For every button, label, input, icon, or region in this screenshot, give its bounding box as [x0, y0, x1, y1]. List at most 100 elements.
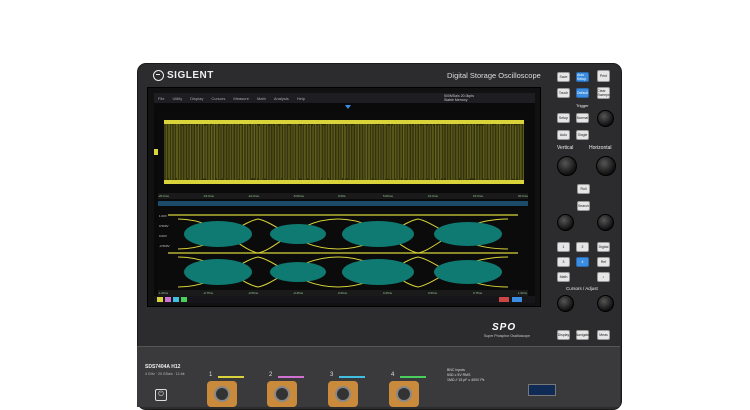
power-button[interactable]: ⏻ — [155, 389, 167, 401]
bnc-input-3[interactable] — [328, 381, 358, 407]
acquisition-waveform — [158, 112, 528, 192]
eye-diagram — [158, 209, 528, 297]
menu-item-utility[interactable]: Utility — [172, 96, 182, 101]
eye-label-1: 1.00V — [159, 214, 167, 218]
time-tick-label: -15.0ms — [203, 194, 214, 198]
time-tick-label: 0.75ns — [473, 291, 483, 295]
search-button[interactable]: Search — [577, 201, 590, 211]
menu-item-display[interactable]: Display — [190, 96, 203, 101]
input-label-4: 4 — [391, 372, 395, 378]
trigger-position-marker[interactable] — [345, 105, 351, 109]
eye-voltage-labels: 1.00V 0.500V 0.00V -0.500V — [159, 211, 170, 251]
channel-1-color-strip — [218, 376, 244, 378]
input-label-1: 1 — [209, 372, 213, 378]
front-control-panel: Save Auto Setup Print Touch Default Clea… — [554, 68, 616, 344]
time-tick-label: 10.0ms — [428, 194, 438, 198]
time-tick-label: -1.00ns — [158, 291, 169, 295]
menu-item-analysis[interactable]: Analysis — [274, 96, 289, 101]
warning-line-2: 1MΩ // 15 pF ≤ 400V Pk — [447, 378, 485, 382]
menu-item-file[interactable]: File — [158, 96, 164, 101]
trigger-auto-button[interactable]: Auto — [557, 130, 570, 140]
eye-label-3: 0.00V — [159, 234, 167, 238]
siglent-logo-icon — [153, 70, 164, 81]
horizontal-section-label: Horizontal — [589, 145, 612, 151]
zoom-window-bar[interactable] — [158, 201, 528, 206]
menu-item-measure[interactable]: Measure — [233, 96, 249, 101]
channel-2-button[interactable]: 2 — [576, 242, 589, 252]
bnc-input-2[interactable] — [267, 381, 297, 407]
trigger-setup-button[interactable]: Setup — [557, 113, 570, 123]
run-stop-indicator[interactable] — [499, 297, 509, 302]
status-bar — [154, 296, 535, 303]
print-button[interactable]: Print — [597, 70, 610, 82]
spo-subtitle: Super Phosphor Oscilloscope — [484, 334, 531, 338]
menu-item-cursors[interactable]: Cursors — [211, 96, 225, 101]
vertical-section-label: Vertical — [557, 145, 574, 151]
channel-4-button[interactable]: 4 — [576, 257, 589, 267]
acquisition-mode: Stable Memory — [444, 98, 468, 102]
channel-4-tag[interactable] — [181, 297, 187, 302]
trigger-single-button[interactable]: Single — [576, 130, 589, 140]
acquisition-info: 500MSa/s 20.0kpts Stable Memory — [444, 94, 474, 102]
channel-4-color-strip — [400, 376, 426, 378]
roll-button[interactable]: Roll — [577, 184, 590, 194]
model-spec: 4 GHz · 20 GSa/s · 12-bit — [145, 372, 185, 376]
channel-1-button[interactable]: 1 — [557, 242, 570, 252]
channel-1-offset-marker[interactable] — [154, 149, 158, 155]
power-icon: ⏻ — [158, 391, 164, 398]
channel-3-button[interactable]: 3 — [557, 257, 570, 267]
input-label-2: 2 — [269, 372, 273, 378]
time-tick-label: 0.00ns — [338, 291, 348, 295]
navigate-button[interactable]: Navigate — [576, 330, 589, 340]
menu-item-math[interactable]: Math — [257, 96, 266, 101]
vertical-position-knob[interactable] — [557, 214, 574, 231]
meas-button[interactable]: Meas — [597, 330, 610, 340]
time-tick-label: -0.50ns — [248, 291, 259, 295]
time-tick-label: -0.25ns — [293, 291, 304, 295]
time-tick-label: -0.75ns — [203, 291, 214, 295]
time-tick-label: -5.00ms — [293, 194, 304, 198]
trigger-level-knob[interactable] — [597, 110, 614, 127]
channel-2-color-strip — [278, 376, 304, 378]
bnc-input-1[interactable] — [207, 381, 237, 407]
trigger-indicator[interactable] — [512, 297, 522, 302]
channel-2-tag[interactable] — [165, 297, 171, 302]
usb-port[interactable] — [528, 384, 556, 396]
time-tick-label: 15.0ms — [473, 194, 483, 198]
model-name: SDS7404A H12 — [145, 364, 181, 370]
menu-bar: File Utility Display Cursors Measure Mat… — [154, 93, 535, 103]
input-label-3: 3 — [330, 372, 334, 378]
brand-logo: SIGLENT — [153, 70, 214, 81]
time-tick-label: -10.0ms — [248, 194, 259, 198]
zoom-button[interactable]: ⌕ — [597, 272, 610, 282]
channel-1-tag[interactable] — [157, 297, 163, 302]
trigger-normal-button[interactable]: Normal — [576, 113, 589, 123]
eye-label-2: 0.500V — [159, 224, 169, 228]
bnc-input-4[interactable] — [389, 381, 419, 407]
eye-label-4: -0.500V — [159, 244, 170, 248]
time-axis-top: -20.0ms -15.0ms -10.0ms -5.00ms 0.00s 5.00ms 1… — [158, 193, 528, 199]
menu-item-help[interactable]: Help — [297, 96, 305, 101]
time-tick-label: 0.25ns — [383, 291, 393, 295]
digital-button[interactable]: Digital — [597, 242, 610, 252]
save-button[interactable]: Save — [557, 72, 570, 82]
touch-button[interactable]: Touch — [557, 88, 570, 98]
zoom-icon: ⌕ — [602, 275, 605, 279]
auto-setup-button[interactable]: Auto Setup — [576, 72, 589, 82]
default-button[interactable]: Default — [576, 88, 589, 98]
spo-logo: SPO — [492, 322, 517, 333]
vertical-scale-knob[interactable] — [557, 156, 577, 176]
clear-sweeps-button[interactable]: Clear Sweeps — [597, 87, 610, 99]
cursor-a-knob[interactable] — [557, 295, 574, 312]
display-button[interactable]: Display — [557, 330, 570, 340]
math-button[interactable]: Math — [557, 272, 570, 282]
channel-3-color-strip — [339, 376, 365, 378]
display-screen[interactable]: File Utility Display Cursors Measure Mat… — [154, 93, 535, 303]
time-tick-label: -20.0ms — [158, 194, 169, 198]
horizontal-position-knob[interactable] — [597, 214, 614, 231]
ref-button[interactable]: Ref — [597, 257, 610, 267]
horizontal-scale-knob[interactable] — [596, 156, 616, 176]
channel-3-tag[interactable] — [173, 297, 179, 302]
cursors-section-label: Cursors / Adjust — [566, 286, 598, 291]
cursor-b-knob[interactable] — [597, 295, 614, 312]
